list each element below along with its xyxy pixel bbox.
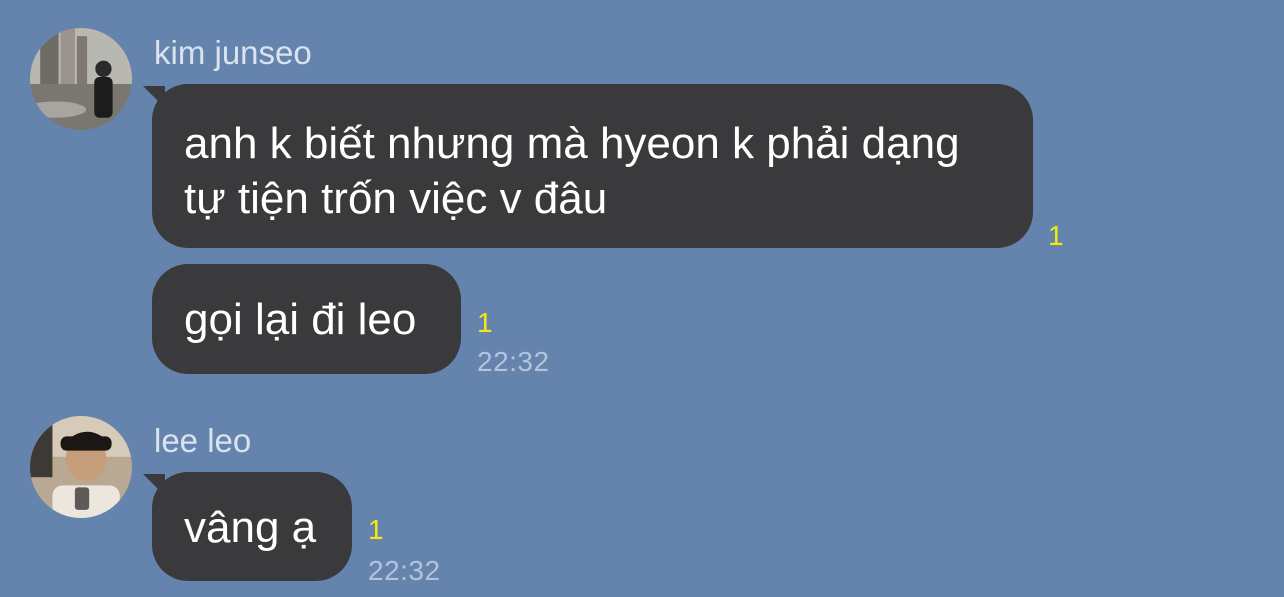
profile-photo-icon	[30, 28, 132, 130]
message-bubble[interactable]: anh k biết nhưng mà hyeon k phải dạng tự…	[152, 84, 1033, 248]
message-bubble[interactable]: vâng ạ	[152, 472, 352, 581]
unread-count: 1	[1048, 220, 1064, 251]
unread-count: 1	[368, 514, 384, 545]
unread-count: 1	[477, 307, 493, 338]
profile-photo-icon	[30, 416, 132, 518]
message-timestamp: 22:32	[477, 346, 550, 377]
sender-name-lee-leo: lee leo	[154, 422, 252, 459]
message-timestamp: 22:32	[368, 555, 441, 586]
message-text: anh k biết nhưng mà hyeon k phải dạng tự…	[184, 119, 960, 223]
avatar-kim-junseo[interactable]	[30, 28, 132, 130]
message-text: vâng ạ	[184, 503, 317, 552]
message-text: gọi lại đi leo	[184, 295, 417, 344]
avatar-lee-leo[interactable]	[30, 416, 132, 518]
message-bubble[interactable]: gọi lại đi leo	[152, 264, 461, 374]
sender-name-kim-junseo: kim junseo	[154, 34, 312, 71]
